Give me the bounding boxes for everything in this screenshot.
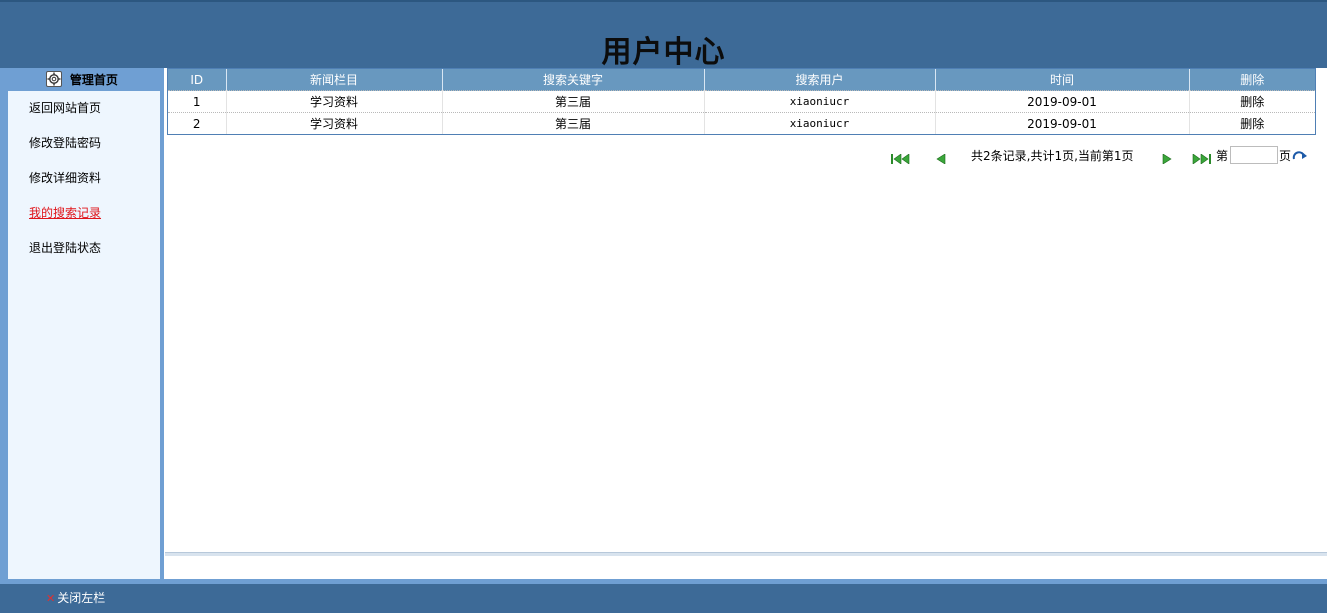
cell-category: 学习资料 — [225, 90, 442, 113]
content-divider — [165, 552, 1327, 556]
column-header-category: 新闻栏目 — [225, 69, 442, 91]
sidebar-item-change-password[interactable]: 修改登陆密码 — [8, 126, 160, 161]
sidebar-item-home[interactable]: 返回网站首页 — [8, 91, 160, 126]
sidebar-header: 管理首页 — [0, 68, 164, 90]
column-header-delete: 删除 — [1188, 69, 1315, 91]
top-header: 用户中心 — [0, 0, 1327, 70]
column-header-user: 搜索用户 — [703, 69, 935, 91]
column-header-keyword: 搜索关键字 — [441, 69, 704, 91]
table-row: 2 学习资料 第三届 xiaoniucr 2019-09-01 删除 — [168, 112, 1315, 134]
sidebar-item-logout[interactable]: 退出登陆状态 — [8, 231, 160, 266]
pagination: 共2条记录,共计1页,当前第1页 第 页 — [891, 146, 1311, 166]
go-refresh-icon[interactable] — [1292, 149, 1308, 169]
table-header-row: ID 新闻栏目 搜索关键字 搜索用户 时间 删除 — [168, 69, 1315, 91]
close-sidebar-button[interactable]: ✕ 关闭左栏 — [46, 591, 105, 606]
cell-category: 学习资料 — [225, 112, 442, 134]
search-records-table: ID 新闻栏目 搜索关键字 搜索用户 时间 删除 1 学习资料 第三届 xiao… — [168, 69, 1315, 134]
sidebar-item-edit-profile[interactable]: 修改详细资料 — [8, 161, 160, 196]
delete-link[interactable]: 删除 — [1188, 112, 1315, 134]
main-content: ID 新闻栏目 搜索关键字 搜索用户 时间 删除 1 学习资料 第三届 xiao… — [165, 68, 1327, 579]
prev-page-icon[interactable] — [936, 150, 946, 170]
sidebar-menu: 返回网站首页 修改登陆密码 修改详细资料 我的搜索记录 退出登陆状态 — [8, 91, 160, 579]
cell-keyword: 第三届 — [441, 90, 704, 113]
cell-id: 1 — [168, 90, 226, 113]
search-records-table-wrapper: ID 新闻栏目 搜索关键字 搜索用户 时间 删除 1 学习资料 第三届 xiao… — [167, 68, 1316, 135]
goto-page-suffix: 页 — [1279, 149, 1292, 163]
next-page-icon[interactable] — [1162, 150, 1172, 170]
cell-user: xiaoniucr — [703, 90, 935, 113]
column-header-time: 时间 — [934, 69, 1189, 91]
table-row: 1 学习资料 第三届 xiaoniucr 2019-09-01 删除 — [168, 90, 1315, 113]
first-page-icon[interactable] — [891, 150, 911, 170]
cell-user: xiaoniucr — [703, 112, 935, 134]
cell-keyword: 第三届 — [441, 112, 704, 134]
left-sidebar: 管理首页 返回网站首页 修改登陆密码 修改详细资料 我的搜索记录 退出登陆状态 — [0, 68, 164, 579]
sidebar-item-search-history[interactable]: 我的搜索记录 — [8, 196, 160, 231]
bottom-bar: ✕ 关闭左栏 — [0, 579, 1327, 613]
column-header-id: ID — [168, 69, 226, 91]
page-title: 用户中心 — [601, 35, 726, 70]
goto-page-input[interactable] — [1230, 146, 1278, 164]
cell-time: 2019-09-01 — [934, 112, 1189, 134]
sidebar-header-label: 管理首页 — [69, 73, 118, 87]
goto-page-prefix: 第 — [1216, 149, 1229, 163]
close-icon: ✕ — [46, 592, 56, 605]
settings-icon — [46, 71, 63, 87]
delete-link[interactable]: 删除 — [1188, 90, 1315, 113]
close-sidebar-label: 关闭左栏 — [57, 591, 106, 605]
cell-time: 2019-09-01 — [934, 90, 1189, 113]
cell-id: 2 — [168, 112, 226, 134]
pagination-info: 共2条记录,共计1页,当前第1页 — [971, 149, 1134, 163]
last-page-icon[interactable] — [1192, 150, 1212, 170]
